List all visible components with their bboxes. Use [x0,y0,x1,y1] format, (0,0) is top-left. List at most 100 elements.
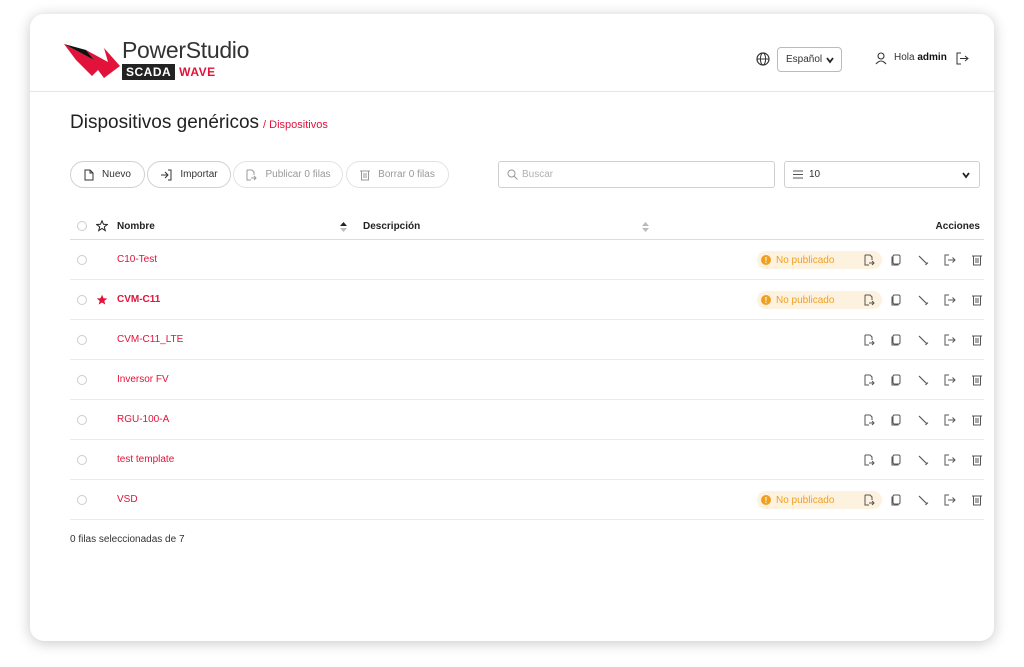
table-row[interactable]: test template [70,440,984,480]
publish-icon[interactable] [863,494,875,506]
trash-icon[interactable] [971,374,983,386]
table-row[interactable]: RGU-100-A [70,400,984,440]
device-name-link[interactable]: CVM-C11 [117,294,160,305]
publish-button-label: Publicar 0 filas [265,169,331,180]
table-row[interactable]: VSD! No publicado [70,480,984,520]
search-box [498,161,775,188]
sort-icon[interactable] [642,222,649,232]
logout-icon[interactable] [956,52,969,65]
edit-icon[interactable] [917,454,929,466]
trash-icon[interactable] [971,334,983,346]
row-select-radio[interactable] [77,295,87,305]
brand-name: PowerStudio [122,37,250,63]
username: admin [917,52,947,63]
status-text: No publicado [776,254,835,266]
export-icon[interactable] [944,374,956,386]
edit-icon[interactable] [917,414,929,426]
export-icon[interactable] [944,494,956,506]
export-icon[interactable] [944,294,956,306]
export-icon[interactable] [944,254,956,266]
device-name-link[interactable]: test template [117,454,174,465]
app-header: PowerStudio SCADA WAVE Español Hola admi… [30,14,994,92]
sort-icon[interactable] [340,222,347,232]
publish-icon[interactable] [863,254,875,266]
device-name-link[interactable]: CVM-C11_LTE [117,334,183,345]
copy-icon[interactable] [890,494,902,506]
brand-subtitle: SCADA WAVE [122,64,216,80]
table-row[interactable]: Inversor FV [70,360,984,400]
user-icon [875,52,887,65]
powerstudio-logo [64,44,120,78]
star-filled-icon[interactable] [96,294,108,306]
trash-icon[interactable] [971,294,983,306]
export-icon[interactable] [944,454,956,466]
trash-icon[interactable] [971,454,983,466]
status-text: No publicado [776,294,835,306]
publish-button[interactable]: Publicar 0 filas [233,161,343,188]
warning-icon: ! [761,255,771,265]
import-button-label: Importar [180,169,218,180]
language-label: Español [786,54,823,65]
column-name-header[interactable]: Nombre [117,221,155,232]
publish-icon[interactable] [863,374,875,386]
trash-icon[interactable] [971,414,983,426]
copy-icon[interactable] [890,334,902,346]
row-select-radio[interactable] [77,375,87,385]
row-select-radio[interactable] [77,495,87,505]
edit-icon[interactable] [917,294,929,306]
device-name-link[interactable]: C10-Test [117,254,157,265]
search-icon [507,169,518,180]
list-icon [793,170,803,179]
new-button[interactable]: Nuevo [70,161,145,188]
import-icon [161,169,172,180]
publish-icon [246,169,258,180]
table-row[interactable]: C10-Test! No publicado [70,240,984,280]
chevron-down-icon [962,172,970,179]
export-icon[interactable] [944,414,956,426]
delete-button-label: Borrar 0 filas [378,169,435,180]
import-button[interactable]: Importar [147,161,231,188]
device-name-link[interactable]: VSD [117,494,138,505]
copy-icon[interactable] [890,254,902,266]
edit-icon[interactable] [917,334,929,346]
row-select-radio[interactable] [77,415,87,425]
breadcrumb[interactable]: / Dispositivos [263,119,328,131]
device-name-link[interactable]: Inversor FV [117,374,169,385]
publish-icon[interactable] [863,414,875,426]
copy-icon[interactable] [890,454,902,466]
page-size-value: 10 [809,169,821,180]
device-name-link[interactable]: RGU-100-A [117,414,169,425]
language-select[interactable]: Español [777,47,842,72]
edit-icon[interactable] [917,494,929,506]
column-description-header[interactable]: Descripción [363,221,420,232]
page-title-text: Dispositivos genéricos [70,112,260,133]
publish-icon[interactable] [863,294,875,306]
copy-icon[interactable] [890,414,902,426]
row-select-radio[interactable] [77,255,87,265]
trash-icon[interactable] [971,494,983,506]
delete-button[interactable]: Borrar 0 filas [346,161,449,188]
table-row[interactable]: CVM-C11_LTE [70,320,984,360]
greeting-text: Hola [894,52,915,63]
page-size-select[interactable]: 10 [784,161,980,188]
chevron-down-icon [826,57,834,64]
selection-count: 0 filas seleccionadas de 7 [70,534,185,545]
trash-icon[interactable] [971,254,983,266]
copy-icon[interactable] [890,374,902,386]
select-all-radio[interactable] [77,221,87,231]
table-row[interactable]: CVM-C11! No publicado [70,280,984,320]
search-input[interactable] [522,169,762,180]
publish-icon[interactable] [863,454,875,466]
row-select-radio[interactable] [77,455,87,465]
app-window: PowerStudio SCADA WAVE Español Hola admi… [30,14,994,641]
trash-icon [360,170,371,180]
row-select-radio[interactable] [77,335,87,345]
table-header: Nombre Descripción Acciones [70,214,984,240]
edit-icon[interactable] [917,254,929,266]
copy-icon[interactable] [890,294,902,306]
user-greeting: Hola admin [894,52,947,63]
export-icon[interactable] [944,334,956,346]
publish-icon[interactable] [863,334,875,346]
star-outline-icon[interactable] [96,220,108,232]
edit-icon[interactable] [917,374,929,386]
